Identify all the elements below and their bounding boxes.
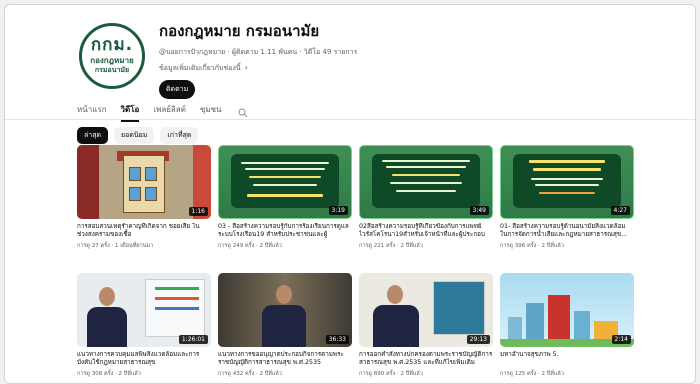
video-meta: การดู 308 ครั้ง · 2 ปีที่แล้ว xyxy=(77,371,141,377)
video-thumbnail[interactable]: 2:14 xyxy=(500,273,634,347)
thumb-shape xyxy=(529,160,605,163)
video-meta: การดู 249 ครั้ง · 2 ปีที่แล้ว xyxy=(218,243,282,249)
duration-badge: 36:33 xyxy=(325,335,349,344)
video-title[interactable]: 01- สื่อสร้างความรอบรู้ด้านอนามัยสิ่งแวด… xyxy=(500,223,634,239)
thumb-shape xyxy=(533,168,601,171)
video-title[interactable]: แนวทางการควบคุมมลพิษสิ่งแวดล้อมและการบัง… xyxy=(77,351,211,367)
channel-logo[interactable]: กกม. กองกฎหมาย กรมอนามัย xyxy=(79,23,145,89)
video-title[interactable]: การออกคำสั่งทางปกครองตามพระราชบัญญัติการ… xyxy=(359,351,493,367)
thumb-shape xyxy=(155,307,199,310)
video-card[interactable]: 1:16 การสอบสวนเหตุรำคาญที่เกิดจาก ชอยเสี… xyxy=(77,145,211,250)
video-title[interactable]: มหาอำนาจสุขภาพ 5. xyxy=(500,351,634,367)
video-title[interactable]: การสอบสวนเหตุรำคาญที่เกิดจาก ชอยเสีย ใน … xyxy=(77,223,211,239)
thumb-shape xyxy=(145,167,157,181)
channel-name: กองกฎหมาย กรมอนามัย xyxy=(159,22,320,40)
duration-badge: 29:13 xyxy=(466,335,490,344)
thumb-shape xyxy=(245,168,325,170)
chip-popular[interactable]: ยอดนิยม xyxy=(114,127,155,144)
video-thumbnail[interactable]: 1:16 xyxy=(77,145,211,219)
thumb-shape xyxy=(382,160,470,162)
duration-badge: 1:26:01 xyxy=(178,335,208,344)
video-thumbnail[interactable]: 1:26:01 xyxy=(77,273,211,347)
thumb-shape xyxy=(253,184,317,186)
search-icon[interactable] xyxy=(238,103,248,118)
thumb-shape xyxy=(87,307,127,347)
logo-line-1: กกม. xyxy=(90,35,134,55)
thumb-shape xyxy=(390,182,462,184)
video-thumbnail[interactable]: 3:19 xyxy=(218,145,352,219)
thumb-shape xyxy=(539,192,595,194)
video-card[interactable]: 36:33 แนวทางการขออนุญาตประกอบกิจการตามพร… xyxy=(218,273,352,378)
tab-playlists[interactable]: เพลย์ลิสต์ xyxy=(153,103,186,120)
duration-badge: 3:19 xyxy=(328,206,348,215)
duration-badge: 4:27 xyxy=(610,206,630,215)
thumb-shape xyxy=(145,187,157,201)
channel-header: กกม. กองกฎหมาย กรมอนามัย กองกฎหมาย กรมอน… xyxy=(77,19,685,99)
thumb-shape xyxy=(433,281,485,335)
video-meta: การดู 432 ครั้ง · 2 ปีที่แล้ว xyxy=(218,371,282,377)
thumb-shape xyxy=(535,184,599,186)
channel-info: กองกฎหมาย กรมอนามัย @บอยการปัวกฎหมาย · ผ… xyxy=(159,19,357,99)
video-thumbnail[interactable]: 3:49 xyxy=(359,145,493,219)
thumb-shape xyxy=(129,167,141,181)
thumb-shape xyxy=(387,285,403,304)
video-thumbnail[interactable]: 29:13 xyxy=(359,273,493,347)
subscribe-button[interactable]: ติดตาม xyxy=(159,80,196,99)
chip-latest[interactable]: ล่าสุด xyxy=(77,127,109,144)
thumb-shape xyxy=(247,194,323,197)
video-card[interactable]: 29:13 การออกคำสั่งทางปกครองตามพระราชบัญญ… xyxy=(359,273,493,378)
chip-oldest[interactable]: เก่าที่สุด xyxy=(160,127,199,144)
more-label[interactable]: ข้อมูลเพิ่มเติมเกี่ยวกับช่องนี้ xyxy=(159,64,241,72)
thumb-shape xyxy=(249,176,321,178)
thumb-shape xyxy=(262,305,306,347)
thumb-shape xyxy=(129,187,141,201)
video-thumbnail[interactable]: 4:27 xyxy=(500,145,634,219)
video-title[interactable]: 02สื่อสร้างความรอบรู้ที่เกี่ยวข้องกับการ… xyxy=(359,223,493,239)
video-meta: การดู 27 ครั้ง · 1 เดือนที่ผ่านมา xyxy=(77,243,154,249)
video-title[interactable]: แนวทางการขออนุญาตประกอบกิจการตามพระราชบั… xyxy=(218,351,352,367)
tab-home[interactable]: หน้าแรก xyxy=(77,103,107,120)
logo-line-3: กรมอนามัย xyxy=(94,66,130,74)
thumb-shape xyxy=(123,155,165,213)
video-card[interactable]: 1:26:01 แนวทางการควบคุมมลพิษสิ่งแวดล้อมแ… xyxy=(77,273,211,378)
duration-badge: 1:16 xyxy=(188,207,208,216)
thumb-shape xyxy=(531,178,603,180)
video-card[interactable]: 3:49 02สื่อสร้างความรอบรู้ที่เกี่ยวข้องก… xyxy=(359,145,493,250)
thumb-shape xyxy=(373,305,419,347)
thumb-shape xyxy=(372,154,480,208)
thumb-shape xyxy=(241,162,329,164)
video-thumbnail[interactable]: 36:33 xyxy=(218,273,352,347)
video-title[interactable]: 03 - สื่อสร้างความรอบรู้กับการร้องเรียนก… xyxy=(218,223,352,239)
channel-tabs: หน้าแรก วิดีโอ เพลย์ลิสต์ ชุมชน xyxy=(77,103,248,122)
thumb-shape xyxy=(155,287,199,290)
duration-badge: 2:14 xyxy=(611,335,631,344)
tab-community[interactable]: ชุมชน xyxy=(200,103,222,120)
tabs-divider xyxy=(5,119,695,120)
browser-frame: กกม. กองกฎหมาย กรมอนามัย กองกฎหมาย กรมอน… xyxy=(4,4,696,384)
thumb-shape xyxy=(392,174,460,176)
video-meta: การดู 396 ครั้ง · 2 ปีที่แล้ว xyxy=(500,243,564,249)
thumb-shape xyxy=(77,145,99,219)
sort-chips: ล่าสุด ยอดนิยม เก่าที่สุด xyxy=(77,127,199,144)
thumb-shape xyxy=(396,190,456,192)
video-meta: การดู 221 ครั้ง · 2 ปีที่แล้ว xyxy=(359,243,423,249)
video-card[interactable]: 2:14 มหาอำนาจสุขภาพ 5. การดู 125 ครั้ง ·… xyxy=(500,273,634,378)
thumb-shape xyxy=(99,287,115,306)
chevron-right-icon: › xyxy=(244,63,248,72)
video-meta: การดู 890 ครั้ง · 2 ปีที่แล้ว xyxy=(359,371,423,377)
channel-meta: @บอยการปัวกฎหมาย · ผู้ติดตาม 1.11 พันคน … xyxy=(159,48,358,56)
duration-badge: 3:49 xyxy=(469,206,489,215)
video-card[interactable]: 4:27 01- สื่อสร้างความรอบรู้ด้านอนามัยสิ… xyxy=(500,145,634,250)
video-meta: การดู 125 ครั้ง · 2 ปีที่แล้ว xyxy=(500,371,564,377)
thumb-shape xyxy=(155,297,199,300)
video-card[interactable]: 3:19 03 - สื่อสร้างความรอบรู้กับการร้องเ… xyxy=(218,145,352,250)
thumb-shape xyxy=(276,285,292,304)
logo-line-2: กองกฎหมาย xyxy=(90,56,134,65)
thumb-shape xyxy=(386,166,466,168)
channel-more-link[interactable]: ข้อมูลเพิ่มเติมเกี่ยวกับช่องนี้ › xyxy=(159,63,357,74)
